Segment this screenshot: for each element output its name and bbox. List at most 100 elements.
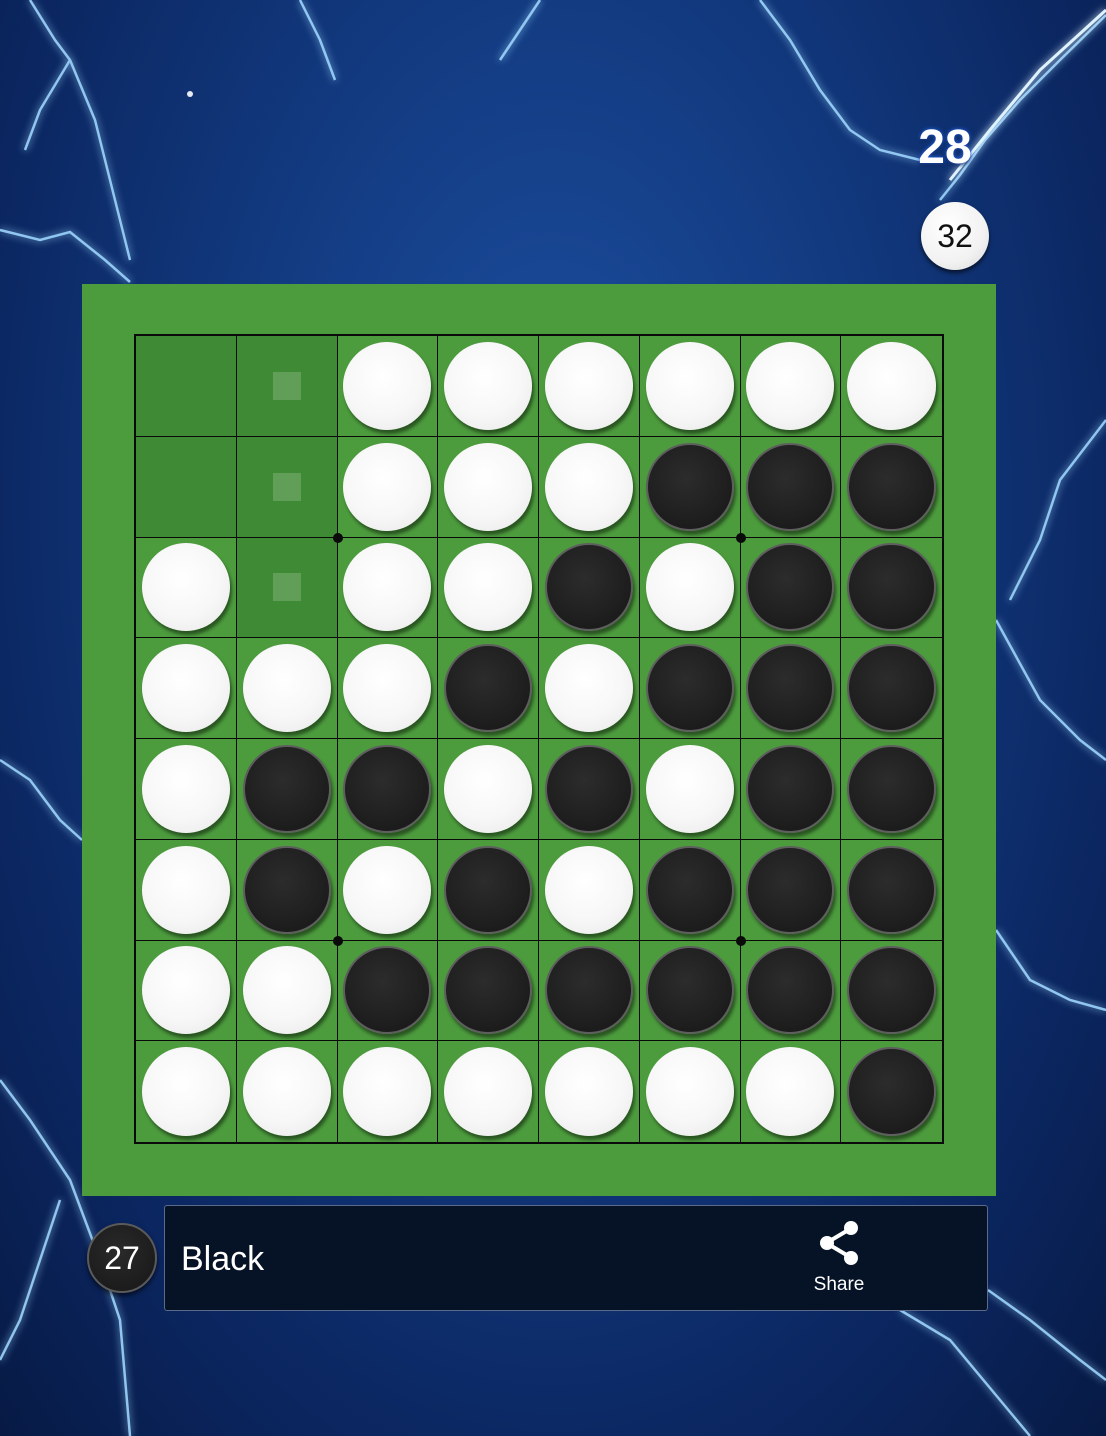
black-disc (847, 644, 936, 732)
white-disc (141, 644, 230, 732)
white-disc (544, 644, 633, 732)
board-cell (539, 638, 640, 739)
board-cell (136, 1041, 237, 1142)
white-disc (444, 744, 532, 833)
board-cell (841, 1041, 942, 1142)
board-cell (337, 436, 439, 538)
board-cell (337, 638, 439, 739)
white-disc (645, 341, 734, 430)
black-disc (343, 946, 432, 1035)
black-disc (847, 543, 936, 632)
game-board-frame (82, 284, 996, 1196)
board-star-point (332, 935, 343, 946)
board-cell (337, 839, 439, 941)
black-disc (746, 442, 835, 531)
board-cell (236, 739, 338, 840)
black-disc (746, 845, 835, 934)
white-disc (141, 1047, 230, 1136)
board-cell (841, 638, 942, 739)
board-cell (337, 940, 439, 1042)
board-cell[interactable] (236, 537, 338, 639)
board-cell (841, 941, 942, 1042)
board-cell (337, 739, 439, 840)
white-disc (141, 543, 230, 632)
white-disc (645, 744, 734, 833)
board-cell[interactable] (236, 436, 338, 538)
share-label: Share (813, 1274, 865, 1295)
black-disc (645, 442, 734, 531)
white-disc (544, 845, 633, 934)
black-disc (645, 845, 734, 934)
board-cell (236, 940, 338, 1042)
board-cell (639, 739, 741, 840)
board-cell (740, 638, 842, 739)
board-cell (136, 336, 237, 437)
black-disc (444, 644, 532, 732)
black-disc (746, 644, 835, 732)
valid-move-marker[interactable] (272, 472, 301, 501)
board-cell (438, 739, 539, 840)
board-cell (236, 638, 338, 739)
white-disc (544, 341, 633, 430)
board-cell (539, 537, 640, 639)
board-cell[interactable] (236, 336, 338, 437)
black-disc (645, 946, 734, 1035)
board-cell (640, 1041, 741, 1142)
white-disc (141, 946, 230, 1035)
board-cell (438, 638, 539, 739)
board-cell (841, 538, 942, 639)
white-disc (343, 442, 432, 531)
board-cell (438, 839, 539, 941)
board-cell (639, 436, 741, 538)
white-disc (141, 744, 230, 833)
board-cell (639, 839, 741, 941)
black-disc (242, 744, 331, 833)
white-disc (444, 1047, 532, 1136)
board-cell (136, 739, 237, 840)
board-cell (438, 537, 539, 639)
board-cell (438, 940, 539, 1042)
white-disc (645, 543, 734, 632)
board-cell (741, 1041, 842, 1142)
share-button[interactable]: Share (791, 1216, 887, 1302)
board-cell (136, 638, 237, 739)
white-score-badge: 32 (921, 202, 989, 270)
white-disc (343, 543, 432, 632)
board-cell (438, 1041, 539, 1142)
black-disc (544, 744, 633, 833)
black-disc (847, 946, 936, 1035)
valid-move-marker[interactable] (272, 371, 301, 400)
black-disc (746, 543, 835, 632)
board-cell (136, 537, 237, 639)
board-cell (337, 537, 439, 639)
board-star-point (332, 532, 343, 543)
white-disc (544, 1047, 633, 1136)
white-disc (343, 1047, 432, 1136)
game-board (134, 334, 944, 1144)
black-disc (746, 744, 835, 833)
black-score-value: 27 (104, 1239, 140, 1276)
move-number: 28 (918, 121, 972, 174)
board-cell (639, 940, 741, 1042)
white-disc (343, 341, 432, 430)
board-cell (740, 537, 842, 639)
board-cell (740, 839, 842, 941)
valid-move-marker[interactable] (272, 573, 301, 602)
white-disc (847, 341, 936, 430)
board-cell (539, 336, 640, 437)
board-cell (136, 940, 237, 1042)
board-cell (237, 1041, 338, 1142)
share-icon (820, 1221, 858, 1265)
board-cell (539, 739, 640, 840)
board-star-point (735, 935, 746, 946)
board-cell (438, 336, 539, 437)
white-disc (242, 1047, 331, 1136)
black-disc (544, 543, 633, 632)
board-cell (338, 1041, 439, 1142)
board-star-point (735, 532, 746, 543)
white-disc (242, 946, 331, 1035)
board-cell (740, 739, 842, 840)
board-cell (740, 940, 842, 1042)
board-cell (337, 336, 439, 437)
status-bar: Black Share (164, 1205, 988, 1311)
